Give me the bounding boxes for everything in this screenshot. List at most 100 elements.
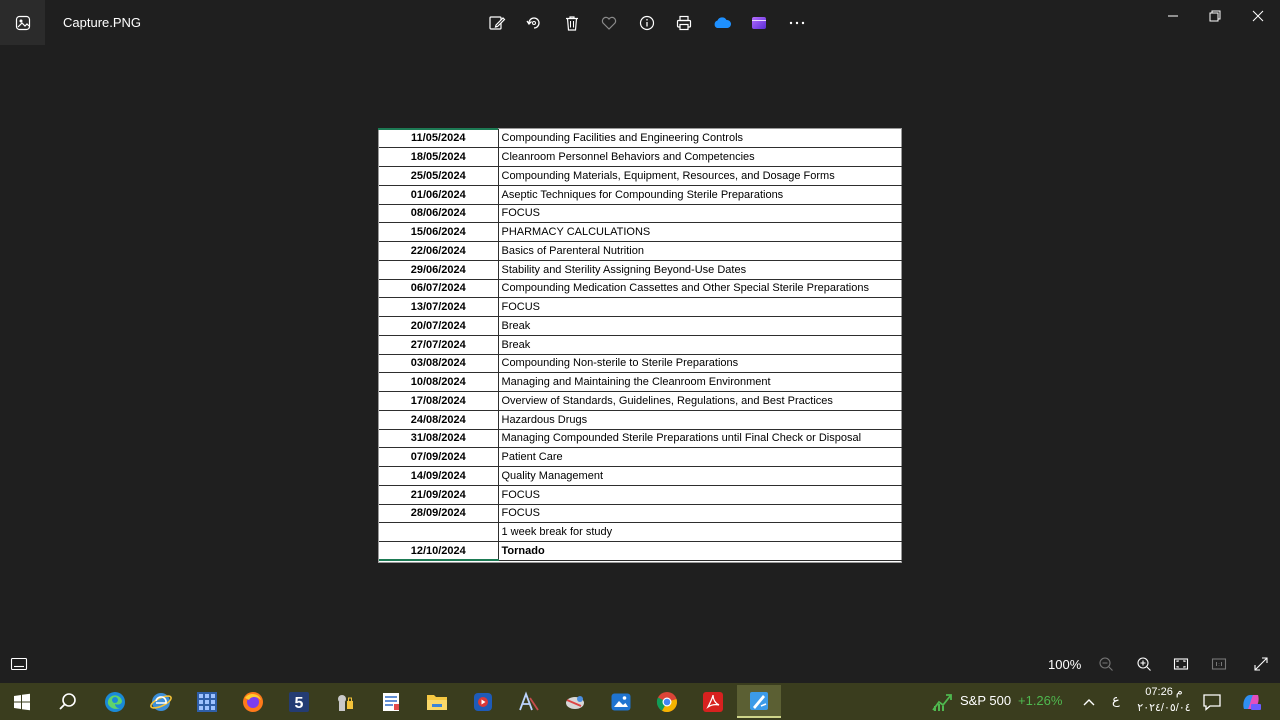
window-title: Capture.PNG	[63, 15, 142, 30]
topic-cell: Compounding Non-sterile to Sterile Prepa…	[498, 354, 902, 374]
date-cell: 13/07/2024	[379, 297, 499, 317]
date-cell: 12/10/2024	[379, 541, 499, 562]
filmstrip-icon[interactable]	[8, 653, 30, 675]
table-row: 29/06/2024 Stability and Sterility Assign…	[379, 260, 902, 280]
date-cell: 07/09/2024	[379, 447, 499, 467]
date-cell: 17/08/2024	[379, 391, 499, 411]
topic-cell: Quality Management	[498, 466, 902, 486]
title-bar: Capture.PNG	[0, 0, 1280, 45]
table-row: 28/09/2024 FOCUS	[379, 504, 902, 524]
topic-cell: 1 week break for study	[498, 522, 902, 542]
table-row: 14/09/2024 Quality Management	[379, 466, 902, 486]
date-cell: 28/09/2024	[379, 504, 499, 524]
form-app-icon[interactable]	[369, 685, 413, 718]
language-indicator[interactable]: ع	[1112, 692, 1120, 708]
restore-icon[interactable]	[1192, 0, 1238, 32]
delete-icon[interactable]	[553, 10, 591, 36]
security-app-icon[interactable]	[323, 685, 367, 718]
topic-cell: Hazardous Drugs	[498, 410, 902, 430]
firefox-icon[interactable]	[231, 685, 275, 718]
date-cell: 24/08/2024	[379, 410, 499, 430]
stock-chart-icon[interactable]	[924, 685, 960, 718]
fullscreen-icon[interactable]	[1250, 653, 1272, 675]
info-icon[interactable]	[628, 10, 666, 36]
topic-cell: Cleanroom Personnel Behaviors and Compet…	[498, 147, 902, 167]
zoom-in-icon[interactable]	[1133, 653, 1155, 675]
date-cell: 11/05/2024	[379, 129, 499, 149]
close-icon[interactable]	[1235, 0, 1280, 32]
rotate-icon[interactable]	[516, 10, 554, 36]
chrome-icon[interactable]	[645, 685, 689, 718]
table-row: 31/08/2024 Managing Compounded Sterile Pr…	[379, 429, 902, 449]
date-cell: 18/05/2024	[379, 147, 499, 167]
stock-name[interactable]: S&P 500	[960, 693, 1011, 708]
topic-cell: Compounding Facilities and Engineering C…	[498, 129, 902, 149]
table-row: 18/05/2024 Cleanroom Personnel Behaviors …	[379, 147, 902, 167]
edit-icon[interactable]	[478, 10, 516, 36]
topic-cell: Tornado	[498, 541, 902, 561]
topic-cell: Managing Compounded Sterile Preparations…	[498, 429, 902, 449]
date-cell: 22/06/2024	[379, 241, 499, 261]
table-row: 17/08/2024 Overview of Standards, Guideli…	[379, 391, 902, 411]
print-icon[interactable]	[666, 10, 704, 36]
notifications-icon[interactable]	[1198, 685, 1226, 718]
search-icon[interactable]	[46, 685, 90, 718]
fit-to-window-icon[interactable]	[1170, 653, 1192, 675]
table-row: 13/07/2024 FOCUS	[379, 297, 902, 317]
photos-app-icon[interactable]	[0, 0, 45, 45]
table-row: 21/09/2024 FOCUS	[379, 485, 902, 505]
clipchamp-icon[interactable]	[741, 10, 779, 36]
actual-size-icon[interactable]	[1208, 653, 1230, 675]
topic-cell: Aseptic Techniques for Compounding Steri…	[498, 185, 902, 205]
table-row: 25/05/2024 Compounding Materials, Equipme…	[379, 166, 902, 186]
topic-cell: FOCUS	[498, 297, 902, 317]
cell-selection-accent	[378, 128, 498, 130]
date-cell: 27/07/2024	[379, 335, 499, 355]
toolbar	[478, 10, 816, 36]
date-cell: 01/06/2024	[379, 185, 499, 205]
table-row: 22/06/2024 Basics of Parenteral Nutrition	[379, 241, 902, 261]
date-cell: 25/05/2024	[379, 166, 499, 186]
date-cell: 21/09/2024	[379, 485, 499, 505]
paint-app-icon[interactable]	[737, 685, 781, 718]
toolbox-app-icon[interactable]	[553, 685, 597, 718]
date-cell: 06/07/2024	[379, 279, 499, 299]
windows-start-icon[interactable]	[0, 685, 44, 718]
taskbar: 5 S&P 500 +1.26% ع 07:26 م ٢٠٢٤/٠٥/٠٤	[0, 683, 1280, 720]
stock-change[interactable]: +1.26%	[1018, 693, 1062, 708]
topic-cell: Overview of Standards, Guidelines, Regul…	[498, 391, 902, 411]
onedrive-icon[interactable]	[703, 10, 741, 36]
chevron-up-icon[interactable]	[1076, 685, 1102, 718]
favorite-icon[interactable]	[591, 10, 629, 36]
date-cell	[379, 522, 499, 542]
date-cell: 15/06/2024	[379, 222, 499, 242]
copilot-icon[interactable]	[1234, 685, 1268, 718]
internet-explorer-icon[interactable]	[139, 685, 183, 718]
edge-browser-icon[interactable]	[93, 685, 137, 718]
table-row: 10/08/2024 Managing and Maintaining the C…	[379, 372, 902, 392]
media-app-icon[interactable]	[461, 685, 505, 718]
topic-cell: PHARMACY CALCULATIONS	[498, 222, 902, 242]
table-row: 24/08/2024 Hazardous Drugs	[379, 410, 902, 430]
table-row: 01/06/2024 Aseptic Techniques for Compoun…	[379, 185, 902, 205]
table-row: 03/08/2024 Compounding Non-sterile to Ste…	[379, 354, 902, 374]
zoom-out-icon[interactable]	[1095, 653, 1117, 675]
table-row: 20/07/2024 Break	[379, 316, 902, 336]
zoom-level[interactable]: 100%	[1048, 657, 1081, 672]
topic-cell: Patient Care	[498, 447, 902, 467]
acrobat-reader-icon[interactable]	[691, 685, 735, 718]
minimize-icon[interactable]	[1150, 0, 1196, 32]
mathtype-app-icon[interactable]	[507, 685, 551, 718]
date-cell: 14/09/2024	[379, 466, 499, 486]
calculator-app-icon[interactable]	[185, 685, 229, 718]
clock-date[interactable]: ٢٠٢٤/٠٥/٠٤	[1136, 701, 1192, 714]
more-icon[interactable]	[778, 10, 816, 36]
five-app-icon[interactable]: 5	[277, 685, 321, 718]
topic-cell: Break	[498, 335, 902, 355]
table-row: 1 week break for study	[379, 522, 902, 542]
clock-time[interactable]: 07:26 م	[1140, 685, 1188, 698]
svg-text:5: 5	[295, 695, 304, 712]
file-explorer-icon[interactable]	[415, 685, 459, 718]
photos-taskbar-icon[interactable]	[599, 685, 643, 718]
date-cell: 20/07/2024	[379, 316, 499, 336]
